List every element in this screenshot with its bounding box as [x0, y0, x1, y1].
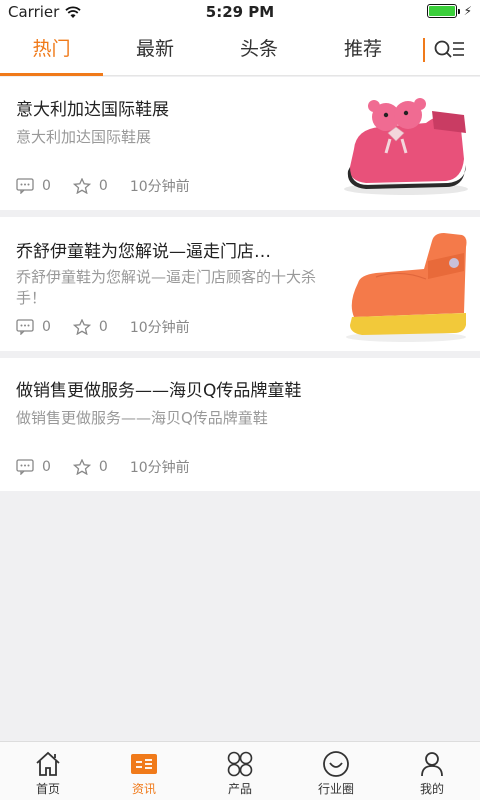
clock: 5:29 PM — [205, 3, 275, 21]
star-icon — [72, 178, 91, 194]
comment-icon — [16, 459, 34, 475]
star-icon — [72, 459, 91, 475]
article-time: 10分钟前 — [129, 460, 190, 476]
article-meta: 0 0 10分钟前 — [16, 457, 190, 477]
category-tabs: 热门 最新 头条 推荐 — [0, 24, 480, 76]
nav-label: 行业圈 — [317, 782, 354, 796]
nav-label: 首页 — [35, 782, 60, 796]
tab-latest[interactable]: 最新 — [103, 24, 207, 76]
article-card[interactable]: 乔舒伊童鞋为您解说—逼走门店… 乔舒伊童鞋为您解说—逼走门店顾客的十大杀手！ 0… — [0, 217, 480, 351]
like-count: 0 — [98, 178, 108, 194]
article-summary: 做销售更做服务——海贝Q传品牌童鞋 — [16, 409, 268, 427]
like-count: 0 — [98, 459, 108, 475]
nav-products[interactable]: 产品 — [192, 742, 288, 800]
tab-divider — [423, 38, 425, 62]
nav-label: 产品 — [227, 782, 252, 796]
bottom-navigation: 首页 资讯 产品 行业圈 我的 — [0, 741, 480, 800]
nav-home[interactable]: 首页 — [0, 742, 96, 800]
community-icon — [323, 751, 349, 777]
article-card[interactable]: 做销售更做服务——海贝Q传品牌童鞋 做销售更做服务——海贝Q传品牌童鞋 0 0 … — [0, 358, 480, 491]
nav-news[interactable]: 资讯 — [96, 742, 192, 800]
article-summary: 意大利加达国际鞋展 — [16, 128, 152, 146]
comment-count: 0 — [42, 459, 51, 475]
profile-icon — [421, 752, 443, 777]
active-tab-indicator — [0, 73, 103, 76]
nav-label: 我的 — [419, 782, 444, 796]
comment-icon — [16, 178, 34, 194]
tab-hot[interactable]: 热门 — [0, 24, 103, 76]
nav-label: 资讯 — [131, 782, 156, 796]
comment-count: 0 — [42, 319, 51, 335]
article-thumbnail — [336, 89, 476, 199]
tab-headlines[interactable]: 头条 — [207, 24, 311, 76]
nav-community[interactable]: 行业圈 — [288, 742, 384, 800]
battery-indicator: ⚡ — [426, 4, 472, 18]
like-count: 0 — [98, 319, 108, 335]
home-icon — [36, 751, 60, 776]
article-meta: 0 0 10分钟前 — [16, 176, 190, 196]
article-time: 10分钟前 — [129, 179, 190, 195]
products-icon — [227, 751, 253, 777]
star-icon — [72, 319, 91, 335]
status-bar: Carrier 5:29 PM ⚡ — [0, 0, 480, 24]
article-meta: 0 0 10分钟前 — [16, 317, 190, 337]
news-icon — [131, 754, 157, 774]
article-summary: 乔舒伊童鞋为您解说—逼走门店顾客的十大杀手！ — [16, 268, 317, 307]
article-title: 做销售更做服务——海贝Q传品牌童鞋 — [16, 381, 302, 401]
charging-icon: ⚡ — [463, 4, 472, 18]
tab-recommended[interactable]: 推荐 — [311, 24, 415, 76]
article-title: 乔舒伊童鞋为您解说—逼走门店… — [16, 242, 271, 262]
article-thumbnail — [336, 221, 476, 347]
comment-count: 0 — [42, 178, 51, 194]
article-time: 10分钟前 — [129, 320, 190, 336]
battery-icon — [426, 4, 457, 18]
search-icon[interactable] — [432, 38, 468, 62]
comment-icon — [16, 319, 34, 335]
article-title: 意大利加达国际鞋展 — [16, 100, 169, 120]
article-card[interactable]: 意大利加达国际鞋展 意大利加达国际鞋展 0 0 10分钟前 — [0, 77, 480, 210]
nav-profile[interactable]: 我的 — [384, 742, 480, 800]
